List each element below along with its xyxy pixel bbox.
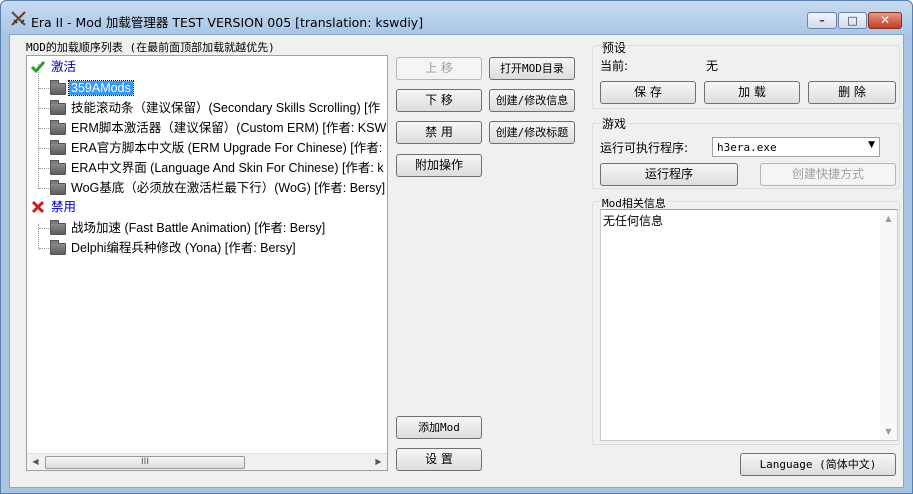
scroll-thumb[interactable]: III [45,456,245,469]
mod-item-label: 359AMods [68,80,134,96]
mod-item[interactable]: WoG基底（必须放在激活栏最下行）(WoG) [作者: Bersy] [71,179,385,197]
exe-label: 运行可执行程序: [600,141,689,155]
mod-item[interactable]: ERM脚本激活器（建议保留）(Custom ERM) [作者: KSW [71,119,386,137]
scroll-down-icon[interactable]: ▼ [880,427,897,436]
mod-item[interactable]: Delphi编程兵种修改 (Yona) [作者: Bersy] [71,239,296,257]
mod-info-text: 无任何信息 [603,214,664,228]
tree-line [39,108,49,109]
preset-save-button[interactable]: 保 存 [600,81,696,104]
close-button[interactable]: ✕ [868,12,902,29]
move-down-button[interactable]: 下 移 [396,89,482,112]
exe-select-value: h3era.exe [717,141,777,154]
check-icon [30,61,46,74]
add-mod-button[interactable]: 添加Mod [396,416,482,439]
preset-current-label: 当前: [600,59,629,73]
chevron-down-icon: ▼ [868,140,875,150]
folder-icon [50,160,66,175]
tree-line [39,88,49,89]
preset-group-label: 预设 [600,39,629,56]
tree-line [39,148,49,149]
edit-info-button[interactable]: 创建/修改信息 [489,89,575,112]
preset-delete-button[interactable]: 删 除 [808,81,896,104]
title-bar[interactable]: Era II - Mod 加载管理器 TEST VERSION 005 [tra… [1,1,912,34]
folder-icon [50,120,66,135]
mod-item[interactable]: ERA中文界面 (Language And Skin For Chinese) … [71,159,384,177]
vertical-scrollbar[interactable]: ▲ ▼ [880,210,897,440]
language-button[interactable]: Language (简体中文) [740,453,896,476]
scroll-left-icon[interactable]: ◀ [27,454,44,470]
folder-icon [50,220,66,235]
mod-item[interactable]: 战场加速 (Fast Battle Animation) [作者: Bersy] [71,219,325,237]
group-disabled[interactable]: 禁用 [51,198,76,216]
tree-line [38,64,39,189]
disable-button[interactable]: 禁 用 [396,121,482,144]
tree-line [39,168,49,169]
settings-button[interactable]: 设 置 [396,448,482,471]
maximize-icon: □ [847,14,858,27]
extra-ops-button[interactable]: 附加操作 [396,154,482,177]
main-window: Era II - Mod 加载管理器 TEST VERSION 005 [tra… [0,0,913,494]
crossed-swords-icon [11,11,26,26]
preset-load-button[interactable]: 加 载 [704,81,800,104]
folder-icon [50,100,66,115]
maximize-button[interactable]: □ [838,12,867,29]
horizontal-scrollbar[interactable]: ◀ III ▶ [27,453,387,470]
mod-info-textbox[interactable]: 无任何信息 ▲ ▼ [600,209,898,441]
tree-line [39,188,49,189]
cross-icon [31,200,45,214]
scroll-right-icon[interactable]: ▶ [370,454,387,470]
run-game-button[interactable]: 运行程序 [600,163,738,186]
window-title: Era II - Mod 加载管理器 TEST VERSION 005 [tra… [31,15,424,30]
mod-item-selected[interactable]: 359AMods [68,79,134,97]
minimize-icon: – [819,14,825,27]
close-icon: ✕ [879,13,891,27]
scroll-up-icon[interactable]: ▲ [880,214,897,223]
client-area: MOD的加载顺序列表 (在最前面顶部加载就越优先) 激活 359AMods 技能… [9,34,904,488]
mod-item[interactable]: ERA官方脚本中文版 (ERM Upgrade For Chinese) [作者… [71,139,382,157]
mod-item[interactable]: 技能滚动条（建议保留）(Secondary Skills Scrolling) … [71,99,380,117]
preset-current-value: 无 [706,59,719,73]
tree-line [39,228,49,229]
tree-line [39,248,49,249]
move-up-button[interactable]: 上 移 [396,57,482,80]
tree-line [39,128,49,129]
edit-title-button[interactable]: 创建/修改标题 [489,121,575,144]
minimize-button[interactable]: – [807,12,837,29]
exe-select[interactable]: h3era.exe ▼ [712,137,880,157]
folder-icon [50,240,66,255]
group-active[interactable]: 激活 [51,58,76,76]
folder-icon [50,80,66,95]
mod-tree[interactable]: 激活 359AMods 技能滚动条（建议保留）(Secondary Skills… [26,55,388,471]
open-mod-dir-button[interactable]: 打开MOD目录 [489,57,575,80]
scroll-grip: III [141,457,149,467]
folder-icon [50,180,66,195]
game-group-label: 游戏 [600,115,629,132]
create-shortcut-button[interactable]: 创建快捷方式 [760,163,896,186]
mod-list-label: MOD的加载顺序列表 (在最前面顶部加载就越优先) [26,41,275,54]
folder-icon [50,140,66,155]
